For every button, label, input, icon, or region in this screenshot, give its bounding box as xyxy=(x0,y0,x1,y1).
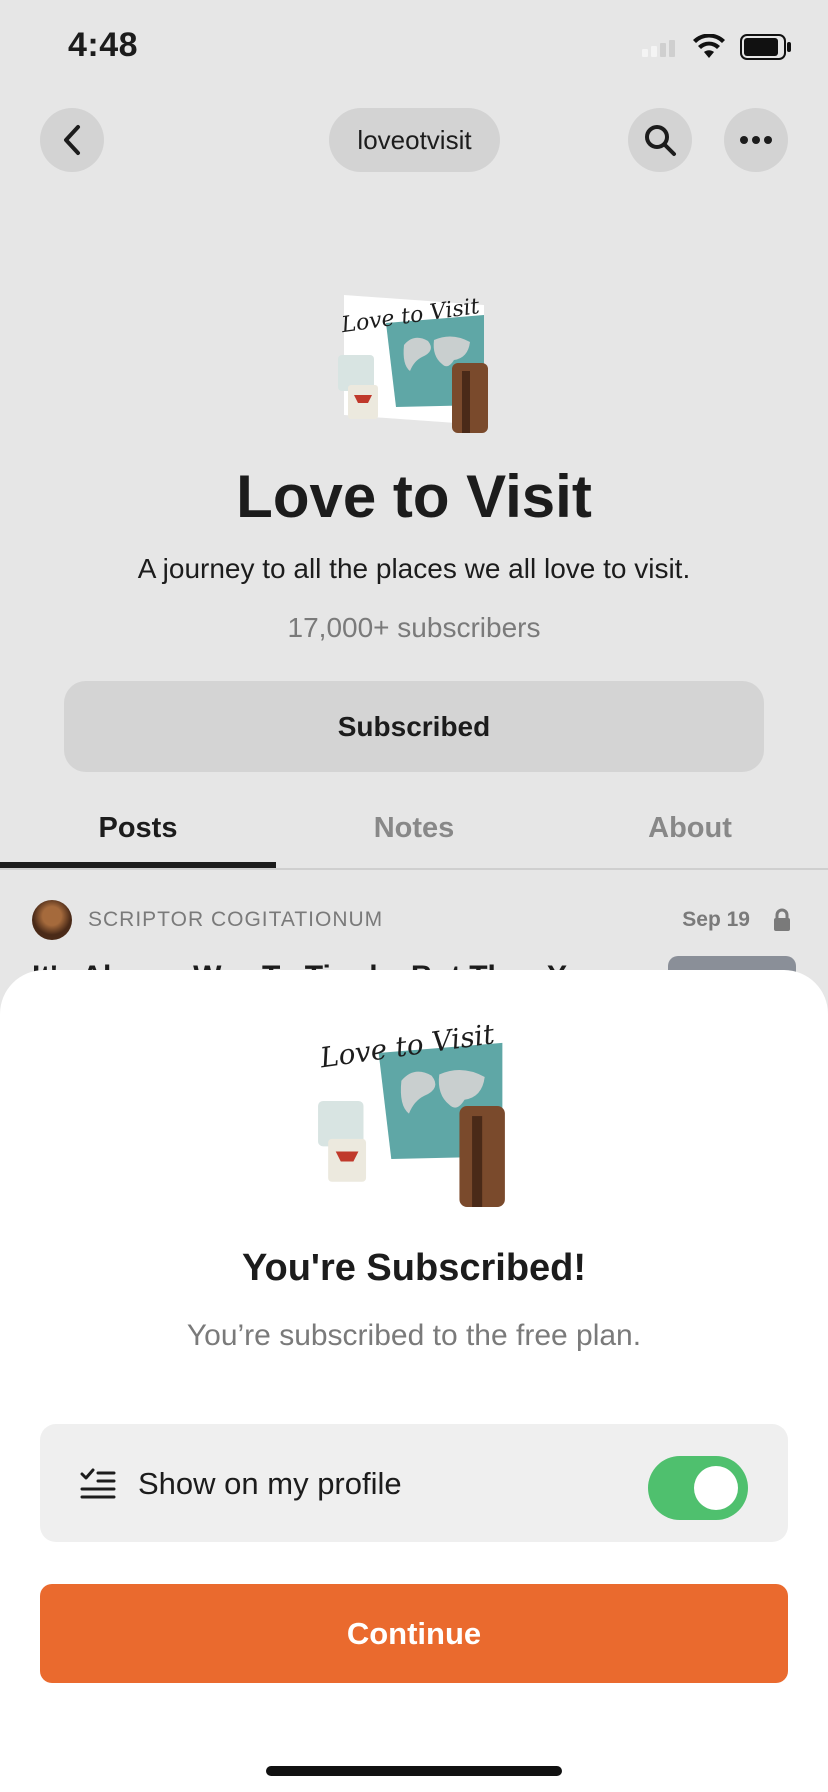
author-avatar xyxy=(32,900,72,940)
tab-notes[interactable]: Notes xyxy=(276,800,552,868)
status-icons xyxy=(642,34,792,60)
publication-logo: Love to Visit xyxy=(334,294,494,435)
sheet-publication-logo: Love to Visit xyxy=(317,1007,505,1207)
show-on-profile-label: Show on my profile xyxy=(138,1466,402,1501)
back-button[interactable] xyxy=(40,108,104,172)
publication-title: Love to Visit xyxy=(236,463,592,530)
subscriber-count: 17,000+ subscribers xyxy=(287,612,541,643)
wifi-icon xyxy=(693,34,725,58)
tab-about[interactable]: About xyxy=(552,800,828,868)
post-author: SCRIPTOR COGITATIONUM xyxy=(88,908,384,931)
toggle-knob xyxy=(694,1466,738,1510)
more-button[interactable] xyxy=(724,108,788,172)
sheet-subtitle: You’re subscribed to the free plan. xyxy=(186,1319,642,1352)
more-icon xyxy=(740,136,772,144)
publication-description: A journey to all the places we all love … xyxy=(137,553,691,584)
active-tab-indicator xyxy=(0,862,276,868)
search-icon xyxy=(645,125,676,156)
continue-button[interactable]: Continue xyxy=(40,1584,788,1683)
back-chevron-icon xyxy=(64,125,80,155)
signal-icon xyxy=(642,40,675,57)
status-time: 4:48 xyxy=(68,26,139,64)
tab-posts[interactable]: Posts xyxy=(0,800,276,868)
lock-icon xyxy=(774,908,790,931)
post-row[interactable]: SCRIPTOR COGITATIONUM Sep 19 xyxy=(32,900,796,942)
home-indicator xyxy=(266,1766,562,1776)
tab-bar: Posts Notes About xyxy=(0,800,828,870)
list-check-icon xyxy=(80,1468,116,1499)
sheet-title: You're Subscribed! xyxy=(241,1247,587,1289)
publication-handle-pill[interactable]: loveotvisit xyxy=(329,108,500,172)
post-date: Sep 19 xyxy=(682,908,750,931)
show-on-profile-row[interactable]: Show on my profile xyxy=(40,1424,788,1542)
publication-handle: loveotvisit xyxy=(357,124,472,155)
search-button[interactable] xyxy=(628,108,692,172)
battery-icon xyxy=(740,34,791,60)
show-on-profile-toggle[interactable] xyxy=(648,1456,748,1520)
subscribed-button[interactable]: Subscribed xyxy=(64,681,764,772)
